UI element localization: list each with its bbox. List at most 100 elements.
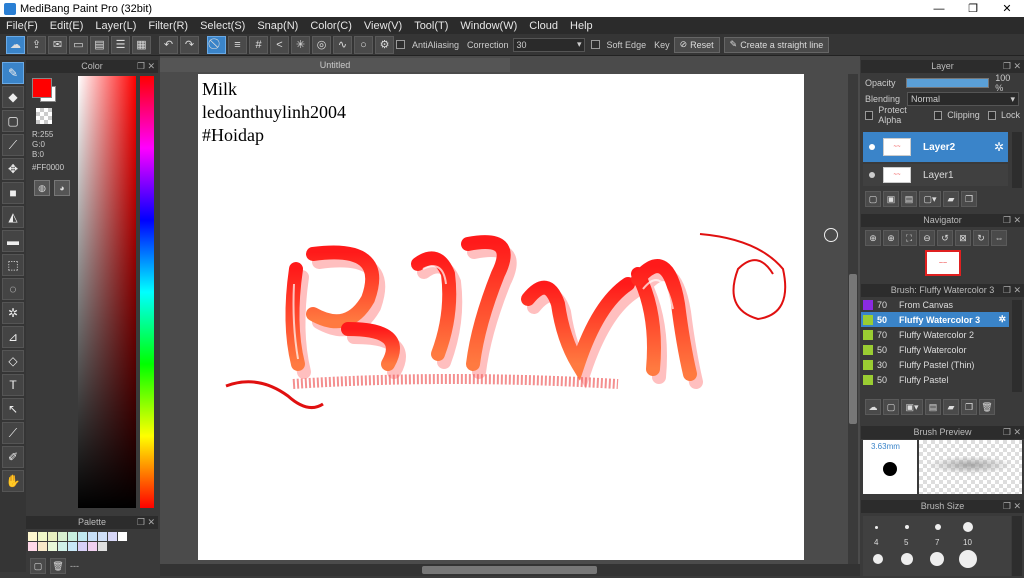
new-1bit-layer-icon[interactable]: ▢▾ — [919, 191, 941, 207]
brush-scrollbar[interactable] — [1012, 300, 1022, 392]
menu-select[interactable]: Select(S) — [194, 20, 251, 32]
palette-swatch[interactable] — [38, 542, 47, 551]
reset-button[interactable]: ⊘ Reset — [673, 36, 720, 53]
layer-item[interactable]: ~~ Layer2 ✲ — [863, 132, 1008, 162]
palette-swatch[interactable] — [38, 532, 47, 541]
zoom-in-2-icon[interactable]: ⊕ — [883, 230, 899, 246]
select-rect-icon[interactable]: ⬚ — [2, 254, 24, 276]
new-palette-icon[interactable]: ▢ — [30, 558, 46, 574]
gear-icon[interactable]: ✲ — [998, 314, 1006, 325]
redo-icon[interactable]: ↷ — [180, 35, 199, 54]
eraser-icon[interactable]: ◆ — [2, 86, 24, 108]
operation-icon[interactable]: ↖ — [2, 398, 24, 420]
horizontal-scroll-thumb[interactable] — [422, 566, 597, 574]
comment-icon[interactable]: ✉ — [48, 35, 67, 54]
palette-swatch[interactable] — [58, 532, 67, 541]
size-dot[interactable] — [873, 554, 883, 564]
palette-swatch[interactable] — [98, 542, 107, 551]
reset-view-icon[interactable]: ⊠ — [955, 230, 971, 246]
zoom-out-icon[interactable]: ⊖ — [919, 230, 935, 246]
document-icon[interactable]: ▤ — [90, 35, 109, 54]
brush-item[interactable]: 70 Fluffy Watercolor 2 — [861, 327, 1009, 342]
palette-swatch[interactable] — [98, 532, 107, 541]
snap-concentric-icon[interactable]: ◎ — [312, 35, 331, 54]
vertical-scroll-thumb[interactable] — [849, 274, 857, 424]
palette-swatch[interactable] — [88, 542, 97, 551]
menu-window[interactable]: Window(W) — [454, 20, 523, 32]
tab-untitled[interactable]: Untitled — [160, 58, 510, 72]
navigator-close-icon[interactable]: ❐ ✕ — [1003, 214, 1021, 227]
hand-icon[interactable]: ✋ — [2, 470, 24, 492]
fill-rect-icon[interactable]: ■ — [2, 182, 24, 204]
brush-item[interactable]: 50 Fluffy Watercolor 3 ✲ — [861, 312, 1009, 327]
flip-icon[interactable]: ⇔ — [991, 230, 1007, 246]
palette-swatch[interactable] — [78, 532, 87, 541]
delete-brush-icon[interactable]: 🗑 — [979, 399, 995, 415]
vertical-scrollbar[interactable] — [848, 74, 858, 564]
add-brush-menu-icon[interactable]: ▣▾ — [901, 399, 923, 415]
foreground-color-swatch-top[interactable] — [32, 78, 52, 98]
menu-file[interactable]: File(F) — [0, 20, 44, 32]
palette-swatch[interactable] — [58, 542, 67, 551]
menu-snap[interactable]: Snap(N) — [251, 20, 304, 32]
size-dot[interactable] — [963, 522, 973, 532]
palette-swatch[interactable] — [68, 542, 77, 551]
layer-scrollbar[interactable] — [1012, 132, 1022, 188]
size-dot[interactable] — [930, 552, 944, 566]
magic-wand-icon[interactable]: ✲ — [2, 302, 24, 324]
select-eraser-icon[interactable]: ◇ — [2, 350, 24, 372]
size-dot[interactable] — [959, 550, 977, 568]
new-layer-icon[interactable]: ▢ — [865, 191, 881, 207]
layer-item[interactable]: ~~ Layer1 — [863, 164, 1008, 186]
close-button[interactable]: ✕ — [990, 0, 1024, 17]
snap-grid-icon[interactable]: # — [249, 35, 268, 54]
rotate-right-icon[interactable]: ↻ — [973, 230, 989, 246]
palette-swatch[interactable] — [118, 532, 127, 541]
visibility-icon[interactable] — [869, 172, 875, 178]
snap-off-icon[interactable]: ⃠ — [207, 35, 226, 54]
palette-swatch[interactable] — [28, 542, 37, 551]
brush-item[interactable]: 30 Fluffy Pastel (Thin) — [861, 357, 1009, 372]
grid-icon[interactable]: ▦ — [132, 35, 151, 54]
undo-icon[interactable]: ↶ — [159, 35, 178, 54]
clipping-checkbox[interactable] — [933, 110, 943, 120]
new-8bit-layer-icon[interactable]: ▤ — [901, 191, 917, 207]
brush-panel-close-icon[interactable]: ❐ ✕ — [1003, 284, 1021, 297]
minimize-button[interactable]: — — [922, 0, 956, 17]
move-icon[interactable]: ✥ — [2, 158, 24, 180]
new-halftone-layer-icon[interactable]: ▣ — [883, 191, 899, 207]
size-dot[interactable] — [935, 524, 941, 530]
dot-icon[interactable]: ▢ — [2, 110, 24, 132]
share-icon[interactable]: ⇪ — [27, 35, 46, 54]
lock-checkbox[interactable] — [987, 110, 996, 120]
drawing-canvas[interactable]: Milk ledoanthuylinh2004 #Hoidap — [198, 74, 804, 560]
menu-layer[interactable]: Layer(L) — [89, 20, 142, 32]
delete-palette-icon[interactable]: 🗑 — [50, 558, 66, 574]
snap-parallel-icon[interactable]: ≡ — [228, 35, 247, 54]
chat-icon[interactable]: ▭ — [69, 35, 88, 54]
brush-settings-icon[interactable]: ▤ — [925, 399, 941, 415]
palette-swatch[interactable] — [68, 532, 77, 541]
menu-filter[interactable]: Filter(R) — [142, 20, 194, 32]
blending-select[interactable]: Normal ▾ — [907, 92, 1019, 106]
bucket-icon[interactable]: ◭ — [2, 206, 24, 228]
menu-color[interactable]: Color(C) — [304, 20, 358, 32]
zoom-in-icon[interactable]: ⊕ — [865, 230, 881, 246]
size-dot[interactable] — [901, 553, 913, 565]
palette-swatch[interactable] — [28, 532, 37, 541]
visibility-icon[interactable] — [869, 144, 875, 150]
color-picker-icon[interactable]: ◕ — [54, 180, 70, 196]
brush-item[interactable]: 50 Fluffy Pastel — [861, 372, 1009, 387]
cloud-icon[interactable]: ☁ — [6, 35, 25, 54]
palette-swatch[interactable] — [78, 542, 87, 551]
palette-close-icon[interactable]: ❐ ✕ — [137, 516, 155, 529]
gradient-icon[interactable]: ▬ — [2, 230, 24, 252]
snap-vanish-icon[interactable]: < — [270, 35, 289, 54]
menu-help[interactable]: Help — [564, 20, 599, 32]
folder-icon[interactable]: ▰ — [943, 191, 959, 207]
duplicate-brush-icon[interactable]: ❐ — [961, 399, 977, 415]
hue-slider[interactable] — [140, 76, 154, 508]
navigator-thumbnail[interactable]: ~~ — [925, 250, 961, 276]
blur-icon[interactable]: ⟋ — [2, 134, 24, 156]
menu-cloud[interactable]: Cloud — [523, 20, 564, 32]
